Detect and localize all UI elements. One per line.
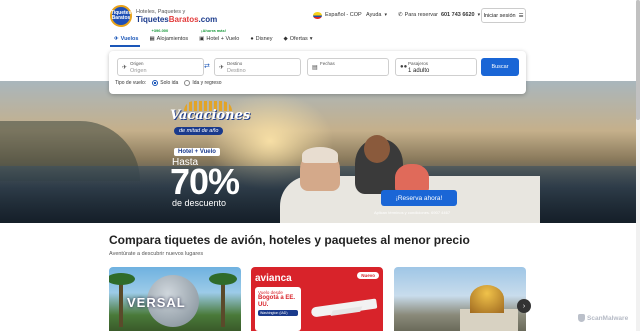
site-logo[interactable]: Tiquetes Baratos Hoteles, Paquetes y Tiq… xyxy=(110,5,217,27)
tab-disney[interactable]: ● Disney xyxy=(250,34,272,44)
dome-graphic xyxy=(470,285,504,313)
language-label: Español - COP xyxy=(325,12,362,18)
active-tab-indicator xyxy=(110,45,140,47)
logo-line2: TiquetesBaratos.com xyxy=(136,14,218,24)
tab-hotel-vuelo[interactable]: ¡Ahorra más! ▣ Hotel + Vuelo xyxy=(199,28,240,44)
radio-solo-ida[interactable] xyxy=(152,80,159,86)
new-badge: Nuevo xyxy=(357,272,379,279)
plane-icon: ✈ xyxy=(114,36,119,42)
flight-search-form: ✈ Origen Origen ⇄ ✈ Destino Destino ▤ Fe… xyxy=(109,51,526,94)
login-label: Iniciar sesión xyxy=(483,12,516,19)
chevron-down-icon: ▾ xyxy=(477,12,481,18)
chevron-down-icon: ▾ xyxy=(309,36,313,42)
avianca-line2: Bogotá a EE. UU. xyxy=(258,295,296,308)
passengers-field[interactable]: ●● Pasajeros 1 adulto xyxy=(395,58,477,76)
trip-type-label: Tipo de vuelo: xyxy=(115,80,147,86)
mickey-icon: ● xyxy=(250,36,254,42)
promo-percent: 70% xyxy=(170,161,240,202)
palm-tree xyxy=(209,273,237,327)
radio-ida-regreso[interactable] xyxy=(184,80,191,86)
destination-input[interactable]: Destino xyxy=(227,68,246,74)
avianca-info-panel: Vuelo desde Bogotá a EE. UU. Washington … xyxy=(255,287,301,331)
language-selector[interactable]: Español - COP xyxy=(313,8,362,22)
chevron-down-icon: ▾ xyxy=(384,12,388,18)
trip-option-label: Ida y regreso xyxy=(192,80,222,86)
passengers-label: Pasajeros xyxy=(408,61,429,66)
promo-subtitle: de mitad de año xyxy=(174,127,224,135)
watermark: ScanMalware xyxy=(578,314,628,322)
landing-icon: ✈ xyxy=(219,65,225,71)
people-icon: ●● xyxy=(400,64,408,70)
tab-alojamientos[interactable]: +396.000 ▦ Alojamientos xyxy=(149,28,189,44)
logo-badge: Tiquetes Baratos xyxy=(110,5,132,27)
origin-label: Origen xyxy=(130,61,144,66)
takeoff-icon: ✈ xyxy=(122,65,128,71)
destination-field[interactable]: ✈ Destino Destino xyxy=(214,58,301,76)
tab-badge: +396.000 xyxy=(151,28,169,33)
login-button[interactable]: Iniciar sesión ☰ xyxy=(481,8,526,23)
person-2-face xyxy=(364,135,390,163)
plane-graphic xyxy=(310,298,378,318)
calendar-icon: ▤ xyxy=(312,65,318,71)
origin-field[interactable]: ✈ Origen Origen xyxy=(117,58,204,76)
hero-people xyxy=(300,129,440,194)
tag-icon: ◆ xyxy=(283,36,288,42)
swap-icon[interactable]: ⇄ xyxy=(204,62,210,70)
colombia-flag-icon xyxy=(313,11,322,19)
tab-label: Ofertas xyxy=(289,36,308,42)
tab-vuelos[interactable]: ✈ Vuelos xyxy=(114,34,138,44)
hero-banner[interactable]: Vacaciones de mitad de año Hotel + Vuelo… xyxy=(0,81,636,223)
dates-field[interactable]: ▤ Fechas xyxy=(307,58,389,76)
section-title: Compara tiquetes de avión, hoteles y paq… xyxy=(109,233,470,247)
palm-tree xyxy=(109,273,135,327)
origin-input[interactable]: Origen xyxy=(130,68,147,74)
help-menu[interactable]: Ayuda ▾ xyxy=(366,8,387,22)
passengers-value: 1 adulto xyxy=(408,68,430,74)
phone-menu[interactable]: ✆ Para reservar 601 743 6620 ▾ xyxy=(398,8,480,22)
phone-number: 601 743 6620 xyxy=(440,12,475,18)
avianca-route: Washington (IAD) xyxy=(258,310,298,317)
promo-tag: Hotel + Vuelo xyxy=(174,148,220,156)
hotel-icon: ▦ xyxy=(149,36,155,42)
logo-text: Hoteles, Paquetes y TiquetesBaratos.com xyxy=(136,9,217,24)
phone-label: Para reservar xyxy=(404,12,438,18)
menu-icon: ☰ xyxy=(518,12,524,19)
tab-label: Hotel + Vuelo xyxy=(206,36,240,42)
promo-title: Vacaciones xyxy=(170,108,251,123)
scrollbar-thumb[interactable] xyxy=(636,0,640,120)
suitcase-icon: ▣ xyxy=(199,36,205,42)
destination-label: Destino xyxy=(227,61,243,66)
promo-card-mexico[interactable] xyxy=(394,267,526,331)
search-button[interactable]: Buscar xyxy=(481,58,519,76)
trip-option-label: Solo ida xyxy=(160,80,179,86)
reserve-now-button[interactable]: ¡Reserva ahora! xyxy=(381,190,457,206)
watermark-text: ScanMalware xyxy=(587,314,629,322)
promo-descuento: de descuento xyxy=(172,198,227,208)
promo-card-avianca[interactable]: avianca Nuevo Vuelo desde Bogotá a EE. U… xyxy=(251,267,383,331)
tab-ofertas[interactable]: ◆ Ofertas ▾ xyxy=(283,34,312,44)
person-1-hat xyxy=(302,147,338,163)
dates-label: Fechas xyxy=(320,61,335,66)
tab-label: Disney xyxy=(255,36,273,42)
tab-label: Alojamientos xyxy=(156,36,189,42)
scrollbar[interactable] xyxy=(636,0,640,331)
trip-type: Tipo de vuelo: Solo ida Ida y regreso xyxy=(115,80,222,86)
tab-badge: ¡Ahorra más! xyxy=(201,28,227,33)
promo-card-universal[interactable]: VERSAL xyxy=(109,267,241,331)
avianca-logo: avianca xyxy=(255,273,292,284)
terms-note: Aplican términos y condiciones. 6907 446… xyxy=(374,210,451,215)
card1-text: VERSAL xyxy=(127,295,186,310)
section-subtitle: Aventúrate a descubrir nuevos lugares xyxy=(109,251,204,257)
product-nav: ✈ Vuelos +396.000 ▦ Alojamientos ¡Ahorra… xyxy=(114,28,313,44)
phone-icon: ✆ xyxy=(398,12,403,18)
tab-label: Vuelos xyxy=(120,36,139,42)
chevron-right-icon[interactable]: › xyxy=(517,299,531,313)
help-label: Ayuda xyxy=(366,12,382,18)
shield-icon xyxy=(578,314,585,322)
